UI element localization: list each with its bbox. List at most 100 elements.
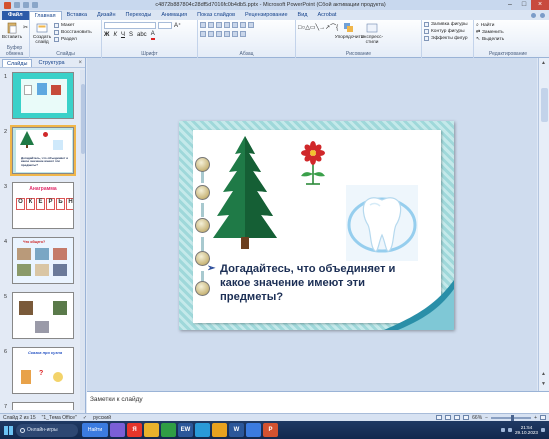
taskbar-app-icon[interactable]: EW	[178, 423, 193, 437]
tab-insert[interactable]: Вставка	[62, 11, 92, 20]
find-button[interactable]: ⌕ Найти	[476, 22, 540, 29]
panel-scrollbar[interactable]	[80, 70, 85, 410]
taskbar-app-icon[interactable]: Найти	[82, 423, 108, 437]
tab-slides[interactable]: Слайды	[2, 58, 33, 67]
text-direction-icon[interactable]	[248, 22, 254, 28]
zoom-level[interactable]: 66%	[472, 415, 482, 421]
tab-acrobat[interactable]: Acrobat	[312, 11, 341, 20]
tab-file[interactable]: Файл	[2, 11, 29, 20]
taskbar-app-icon[interactable]	[212, 423, 227, 437]
section-button[interactable]: Раздел	[54, 36, 92, 43]
columns-icon[interactable]	[240, 22, 246, 28]
font-size-select[interactable]	[158, 22, 172, 29]
help-icon[interactable]	[540, 13, 545, 18]
zoom-in-icon[interactable]: +	[534, 415, 537, 421]
tab-outline[interactable]: Структура	[34, 59, 68, 67]
font-name-select[interactable]	[104, 22, 156, 29]
paste-button[interactable]: Вставить	[2, 22, 22, 40]
align-text-icon[interactable]	[232, 31, 238, 37]
slide-thumbnail-6[interactable]: 6 Сказка про кузна ?	[2, 347, 78, 397]
taskbar-app-icon[interactable]	[246, 423, 261, 437]
italic-icon[interactable]: К	[113, 32, 117, 39]
slideshow-view-icon[interactable]	[463, 415, 470, 420]
close-button[interactable]: ×	[531, 0, 549, 10]
indent-less-icon[interactable]	[216, 22, 222, 28]
prev-slide-icon[interactable]: ▲	[541, 371, 546, 377]
shape-effects-button[interactable]: Эффекты фигур	[424, 35, 471, 42]
taskbar-app-icon[interactable]: W	[229, 423, 244, 437]
network-icon[interactable]	[501, 428, 505, 432]
taskbar-app-icon[interactable]	[144, 423, 159, 437]
layout-button[interactable]: Макет	[54, 22, 92, 29]
slide-thumbnail-4[interactable]: 4 Что общего?	[2, 237, 78, 287]
current-slide[interactable]: ➢ Догадайтесь, что объединяет и какое зн…	[179, 121, 454, 330]
select-button[interactable]: ↖ Выделить	[476, 36, 540, 43]
save-icon[interactable]	[14, 2, 20, 8]
spellcheck-icon[interactable]: ✓	[83, 415, 87, 421]
tab-view[interactable]: Вид	[293, 11, 313, 20]
numbering-icon[interactable]	[208, 22, 214, 28]
smartart-icon[interactable]	[240, 31, 246, 37]
slide-thumbnail-2[interactable]: 2 Догадайтесь, что объединяет и какое зн…	[2, 125, 78, 177]
fit-slide-icon[interactable]	[540, 415, 546, 420]
next-slide-icon[interactable]: ▼	[541, 381, 546, 387]
taskbar-app-icon[interactable]	[161, 423, 176, 437]
taskbar-search[interactable]: Онлайн-игры	[16, 423, 78, 437]
scroll-up-icon[interactable]: ▲	[541, 60, 546, 66]
align-right-icon[interactable]	[216, 31, 222, 37]
flower-image[interactable]	[298, 140, 328, 190]
tooth-image[interactable]	[346, 185, 418, 261]
shadow-icon[interactable]: S	[129, 32, 133, 39]
tab-animations[interactable]: Анимация	[156, 11, 192, 20]
taskbar-app-icon[interactable]	[195, 423, 210, 437]
align-center-icon[interactable]	[208, 31, 214, 37]
language[interactable]: русский	[93, 415, 111, 421]
minimize-button[interactable]: –	[503, 0, 517, 10]
fir-tree-image[interactable]	[211, 134, 279, 250]
zoom-slider[interactable]	[491, 414, 532, 421]
new-slide-button[interactable]: Создать слайд	[32, 22, 52, 45]
quick-styles-button[interactable]: Экспресс-стили	[361, 22, 383, 45]
justify-icon[interactable]	[224, 31, 230, 37]
line-spacing-icon[interactable]	[232, 22, 238, 28]
canvas-scrollbar[interactable]: ▲ ▲ ▼	[538, 58, 549, 391]
start-button[interactable]	[0, 421, 16, 439]
slide-thumbnail-3[interactable]: 3 Анаграмма О К Е Р Ь Н	[2, 182, 78, 232]
indent-more-icon[interactable]	[224, 22, 230, 28]
taskbar-app-icon[interactable]: Я	[127, 423, 142, 437]
font-color-icon[interactable]: A	[150, 31, 155, 40]
normal-view-icon[interactable]	[436, 415, 443, 420]
strike-icon[interactable]: abc	[137, 32, 147, 39]
tab-transitions[interactable]: Переходы	[121, 11, 157, 20]
reset-button[interactable]: Восстановить	[54, 29, 92, 36]
tab-design[interactable]: Дизайн	[92, 11, 121, 20]
maximize-button[interactable]: □	[517, 0, 531, 10]
bullets-icon[interactable]	[200, 22, 206, 28]
volume-icon[interactable]	[508, 428, 512, 432]
replace-button[interactable]: ⇄ Заменить	[476, 29, 540, 36]
shape-outline-button[interactable]: Контур фигуры	[424, 28, 471, 35]
clock[interactable]: 21:54 29.10.2023	[515, 425, 538, 436]
arrange-button[interactable]: Упорядочить	[335, 22, 363, 45]
notes-pane[interactable]: Заметки к слайду	[87, 391, 549, 413]
taskbar-app-icon[interactable]: P	[263, 423, 278, 437]
slide-thumbnail-7[interactable]: 7	[2, 402, 78, 410]
undo-icon[interactable]	[23, 2, 29, 8]
slide-thumbnail-5[interactable]: 5	[2, 292, 78, 342]
minimize-ribbon-icon[interactable]	[531, 13, 536, 18]
align-left-icon[interactable]	[200, 31, 206, 37]
close-panel-icon[interactable]: ×	[78, 60, 82, 66]
tab-review[interactable]: Рецензирование	[240, 11, 292, 20]
tab-slide-show[interactable]: Показ слайдов	[192, 11, 240, 20]
tab-home[interactable]: Главная	[28, 11, 62, 20]
question-text[interactable]: ➢ Догадайтесь, что объединяет и какое зн…	[207, 262, 424, 304]
slide-thumbnail-1[interactable]: 1	[2, 72, 78, 122]
taskbar-app-icon[interactable]	[110, 423, 125, 437]
shapes-gallery[interactable]: □○△▭╲→↗⌒{	[298, 22, 338, 45]
sorter-view-icon[interactable]	[445, 415, 452, 420]
cut-icon[interactable]: ✂	[23, 24, 28, 31]
bold-icon[interactable]: Ж	[104, 32, 109, 39]
zoom-out-icon[interactable]: −	[485, 415, 488, 421]
grow-font-icon[interactable]: A⁺	[174, 22, 181, 29]
underline-icon[interactable]: Ч	[121, 32, 125, 39]
